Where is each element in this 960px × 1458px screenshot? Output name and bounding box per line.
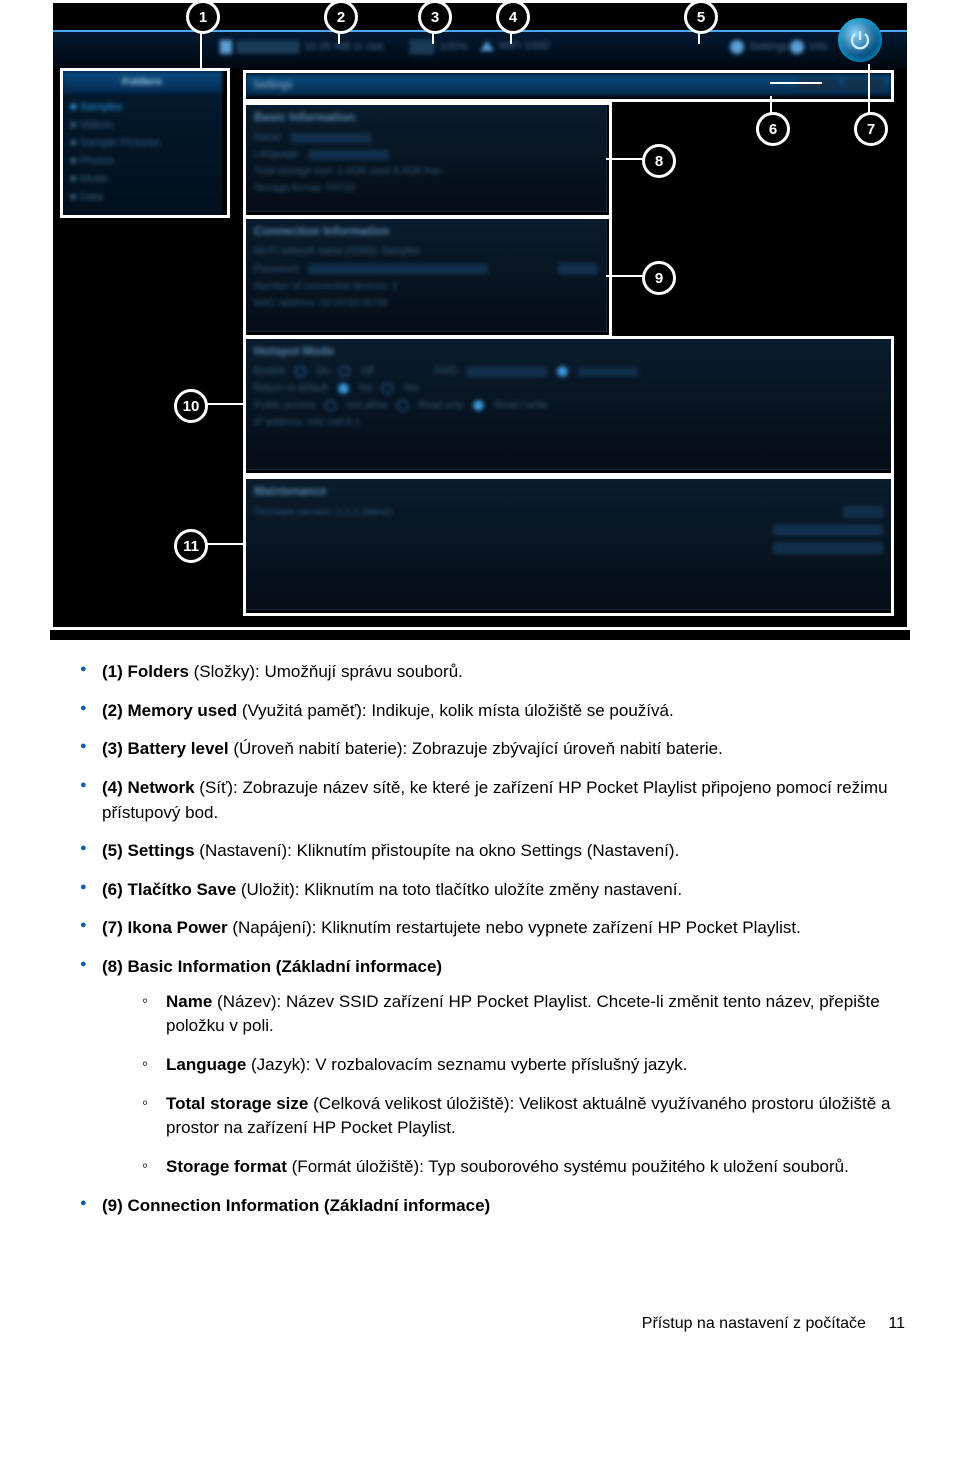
page-number: 11 (888, 1315, 905, 1332)
format-button[interactable] (773, 542, 883, 554)
storage-indicator: 10.25 MB in use (220, 40, 384, 54)
battery-icon (410, 40, 434, 54)
radio[interactable] (339, 366, 350, 377)
settings-screenshot: 10.25 MB in use 100% WiFi SSID Settings … (50, 0, 910, 640)
description-list: (1) Folders (Složky): Umožňují správu so… (50, 660, 910, 1218)
radio[interactable] (338, 383, 349, 394)
info-icon (790, 40, 804, 54)
list-item: (8) Basic Information (Základní informac… (80, 955, 910, 1179)
connection-information-box: Connection Information Wi-Fi network nam… (245, 218, 607, 332)
callout-9: 9 (642, 261, 676, 295)
battery-indicator: 100% (410, 40, 467, 54)
radio[interactable] (325, 400, 336, 411)
folders-sidebar: Folders ■ Samples ■ Videos ■ Sample Pict… (62, 70, 222, 216)
list-item: (5) Settings (Nastavení): Kliknutím přis… (80, 839, 910, 864)
sub-item: Name (Název): Název SSID zařízení HP Poc… (142, 990, 910, 1039)
radio[interactable] (382, 383, 393, 394)
settings-link[interactable]: Settings (730, 40, 789, 54)
radio[interactable] (557, 366, 568, 377)
radio[interactable] (473, 400, 484, 411)
name-input[interactable] (291, 133, 371, 143)
list-item: (1) Folders (Složky): Umožňují správu so… (80, 660, 910, 685)
sidebar-item[interactable]: ■ Samples (70, 98, 214, 116)
gear-icon (730, 40, 744, 54)
folders-header: Folders (62, 71, 222, 93)
save-button[interactable] (798, 78, 838, 92)
list-item: (9) Connection Information (Základní inf… (80, 1194, 910, 1219)
basic-information-box: Basic Information Name Language Total st… (245, 104, 607, 212)
list-item: (6) Tlačítko Save (Uložit): Kliknutím na… (80, 878, 910, 903)
list-item: (2) Memory used (Využitá paměť): Indikuj… (80, 699, 910, 724)
callout-11: 11 (174, 529, 208, 563)
callout-7: 7 (854, 112, 888, 146)
sidebar-item[interactable]: ■ Videos (70, 116, 214, 134)
update-button[interactable] (843, 506, 883, 518)
callout-2: 2 (324, 0, 358, 34)
sub-item: Storage format (Formát úložiště): Typ so… (142, 1155, 910, 1180)
page-footer: Přístup na nastavení z počítače 11 (50, 1235, 910, 1333)
list-item: (3) Battery level (Úroveň nabití baterie… (80, 737, 910, 762)
reset-button[interactable] (773, 524, 883, 536)
power-icon (848, 28, 872, 52)
list-item: (4) Network (Síť): Zobrazuje název sítě,… (80, 776, 910, 825)
list-item: (7) Ikona Power (Napájení): Kliknutím re… (80, 916, 910, 941)
callout-4: 4 (496, 0, 530, 34)
show-password-button[interactable] (558, 263, 598, 275)
language-select[interactable] (309, 150, 389, 160)
maintenance-box: Maintenance Firmware version: 1.1.1 (lat… (245, 478, 892, 610)
callout-1: 1 (186, 0, 220, 34)
radio[interactable] (295, 366, 306, 377)
sub-list: Name (Název): Název SSID zařízení HP Poc… (102, 980, 910, 1180)
hotspot-mode-box: Hotspot Mode EnableOnOffSSID Return to d… (245, 338, 892, 470)
callout-5: 5 (684, 0, 718, 34)
sidebar-item[interactable]: ■ Sample Pictures (70, 134, 214, 152)
storage-icon (220, 40, 232, 54)
wifi-icon (480, 41, 494, 51)
power-button[interactable] (838, 18, 882, 62)
callout-3: 3 (418, 0, 452, 34)
wifi-indicator: WiFi SSID (480, 40, 550, 52)
callout-6: 6 (756, 112, 790, 146)
callout-8: 8 (642, 144, 676, 178)
cancel-button[interactable] (844, 78, 884, 92)
settings-panel-header: Settings (245, 74, 892, 96)
sidebar-item[interactable]: ■ Photos (70, 152, 214, 170)
radio[interactable] (397, 400, 408, 411)
callout-10: 10 (174, 389, 208, 423)
footer-label: Přístup na nastavení z počítače (642, 1315, 866, 1332)
top-bar: 10.25 MB in use 100% WiFi SSID Settings … (50, 30, 910, 68)
sub-item: Language (Jazyk): V rozbalovacím seznamu… (142, 1053, 910, 1078)
sidebar-item[interactable]: ■ Data (70, 188, 214, 206)
sidebar-item[interactable]: ■ Music (70, 170, 214, 188)
sub-item: Total storage size (Celková velikost úlo… (142, 1092, 910, 1141)
password-input[interactable] (308, 264, 488, 274)
info-link[interactable]: Info (790, 40, 827, 54)
